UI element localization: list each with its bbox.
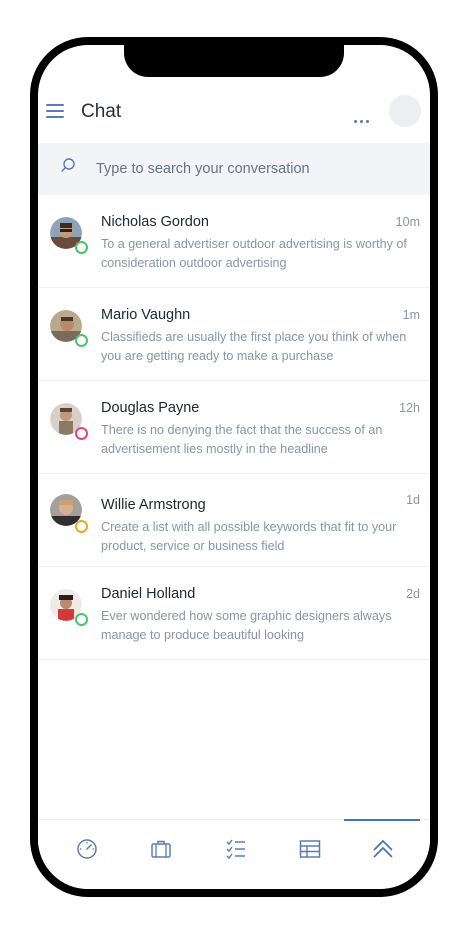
- conversation-item[interactable]: Daniel Holland 2d Ever wondered how some…: [38, 567, 430, 660]
- contact-name: Daniel Holland: [101, 586, 196, 602]
- phone-frame: Chat Type to search your conversation Ni…: [30, 37, 438, 897]
- conversation-list: Nicholas Gordon 10m To a general adverti…: [38, 195, 430, 660]
- page-title: Chat: [81, 101, 122, 122]
- contact-name: Douglas Payne: [101, 400, 200, 416]
- table-icon: [299, 840, 321, 858]
- hamburger-menu-icon[interactable]: [46, 104, 64, 118]
- status-indicator-online: [75, 613, 88, 626]
- status-indicator-away: [75, 520, 88, 533]
- speedometer-icon: [77, 839, 97, 859]
- profile-avatar[interactable]: [389, 95, 421, 127]
- conversation-item[interactable]: Nicholas Gordon 10m To a general adverti…: [38, 195, 430, 288]
- message-preview: Classifieds are usually the first place …: [101, 330, 407, 363]
- nav-tab-top[interactable]: [344, 820, 422, 878]
- bottom-navigation: [38, 819, 430, 889]
- message-time: 12h: [399, 401, 420, 415]
- notch: [124, 45, 344, 77]
- status-indicator-busy: [75, 427, 88, 440]
- status-indicator-online: [75, 241, 88, 254]
- message-preview: Ever wondered how some graphic designers…: [101, 609, 392, 642]
- contact-name: Mario Vaughn: [101, 307, 191, 323]
- search-input[interactable]: [96, 143, 416, 195]
- message-preview: To a general advertiser outdoor advertis…: [101, 237, 407, 270]
- contact-name: Willie Armstrong: [101, 497, 206, 513]
- message-time: 1m: [402, 308, 420, 322]
- message-time: 1d: [406, 493, 420, 507]
- nav-tab-table[interactable]: [271, 820, 349, 878]
- header: Chat: [38, 89, 430, 135]
- message-preview: There is no denying the fact that the su…: [101, 423, 383, 456]
- nav-tab-tasks[interactable]: [197, 820, 275, 878]
- nav-tab-dashboard[interactable]: [48, 820, 126, 878]
- contact-name: Nicholas Gordon: [101, 214, 209, 230]
- nav-tab-portfolio[interactable]: [122, 820, 200, 878]
- status-indicator-online: [75, 334, 88, 347]
- search-icon: [61, 158, 75, 172]
- briefcase-icon: [151, 840, 171, 858]
- checklist-icon: [226, 839, 245, 860]
- message-time: 10m: [395, 215, 420, 229]
- conversation-item[interactable]: Mario Vaughn 1m Classifieds are usually …: [38, 288, 430, 381]
- more-options-icon[interactable]: [354, 110, 374, 123]
- conversation-item[interactable]: Douglas Payne 12h There is no denying th…: [38, 381, 430, 474]
- double-chevron-up-icon: [373, 839, 393, 858]
- screen: Chat Type to search your conversation Ni…: [38, 45, 430, 889]
- message-time: 2d: [406, 587, 420, 601]
- search-bar: [38, 143, 430, 195]
- message-preview: Create a list with all possible keywords…: [101, 520, 397, 553]
- conversation-item[interactable]: Willie Armstrong 1d Create a list with a…: [38, 474, 430, 567]
